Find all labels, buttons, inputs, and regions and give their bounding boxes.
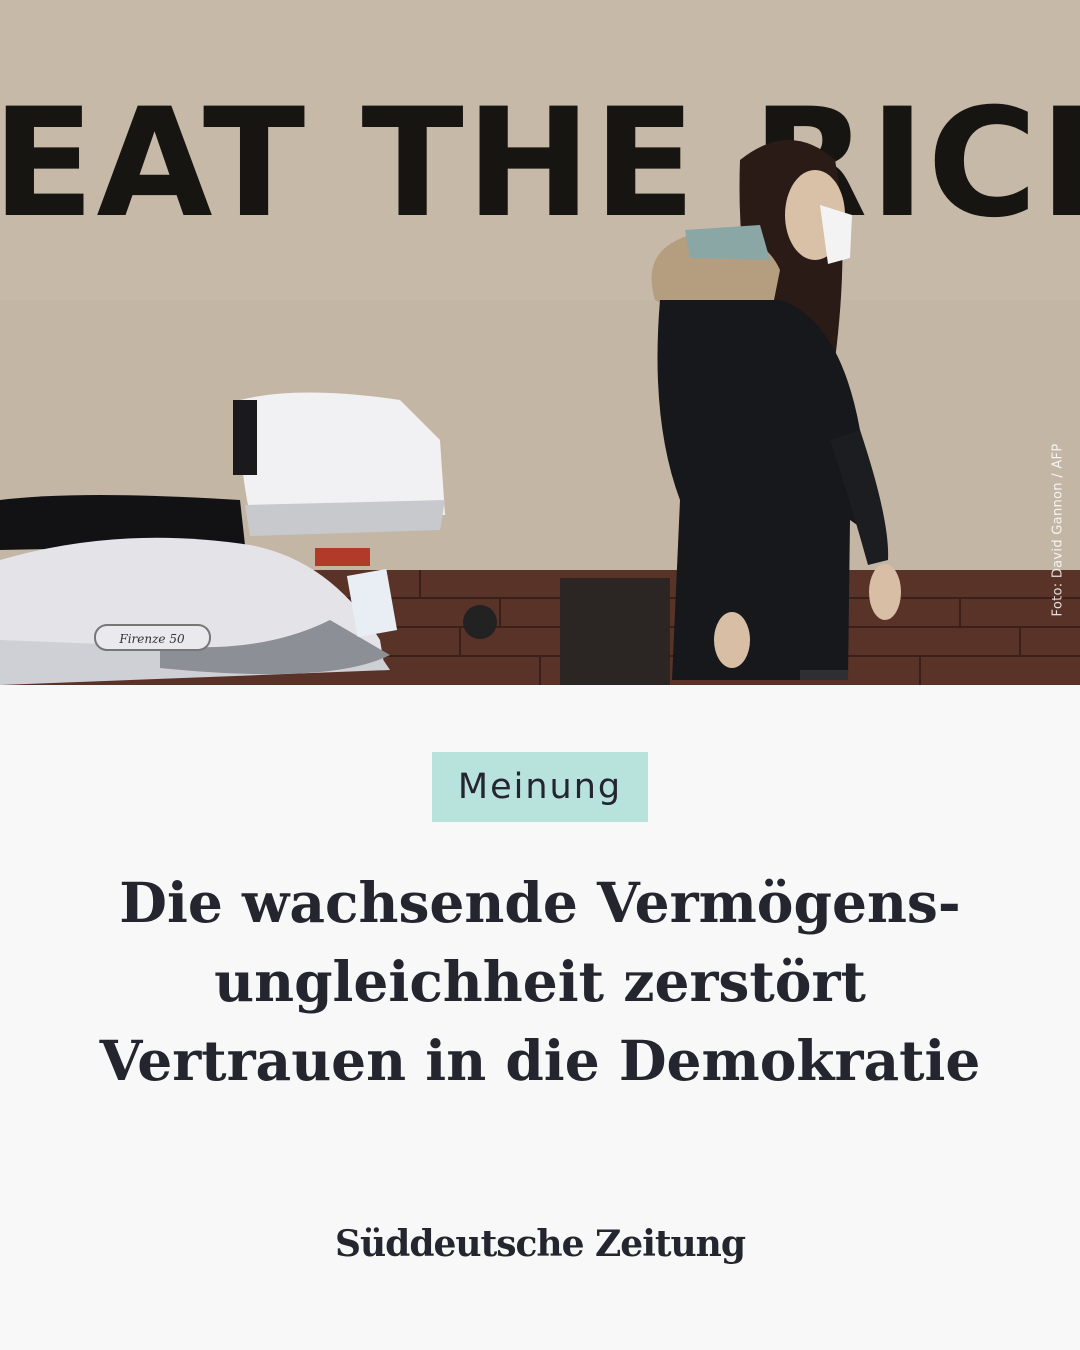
hero-photo-illustration: EAT THE RICH ! Firenze 50	[0, 0, 1080, 685]
hero-photo: EAT THE RICH ! Firenze 50	[0, 0, 1080, 685]
article-card: Meinung Die wachsende Vermögens- ungleic…	[0, 685, 1080, 1350]
graffiti: EAT THE RICH !	[0, 77, 1080, 251]
vent	[560, 578, 670, 685]
headline-line: ungleichheit zerstört	[214, 949, 866, 1014]
headline: Die wachsende Vermögens- ungleichheit ze…	[60, 863, 1020, 1100]
photo-credit: Foto: David Gannon / AFP	[1050, 443, 1066, 617]
newspaper-logo: Süddeutsche Zeitung	[334, 1223, 746, 1265]
category-tag: Meinung	[432, 752, 648, 822]
headline-line: Vertrauen in die Demokratie	[99, 1028, 981, 1093]
wall-sticker	[463, 605, 497, 639]
headline-line: Die wachsende Vermögens-	[119, 870, 961, 935]
scooter-badge: Firenze 50	[118, 632, 185, 646]
